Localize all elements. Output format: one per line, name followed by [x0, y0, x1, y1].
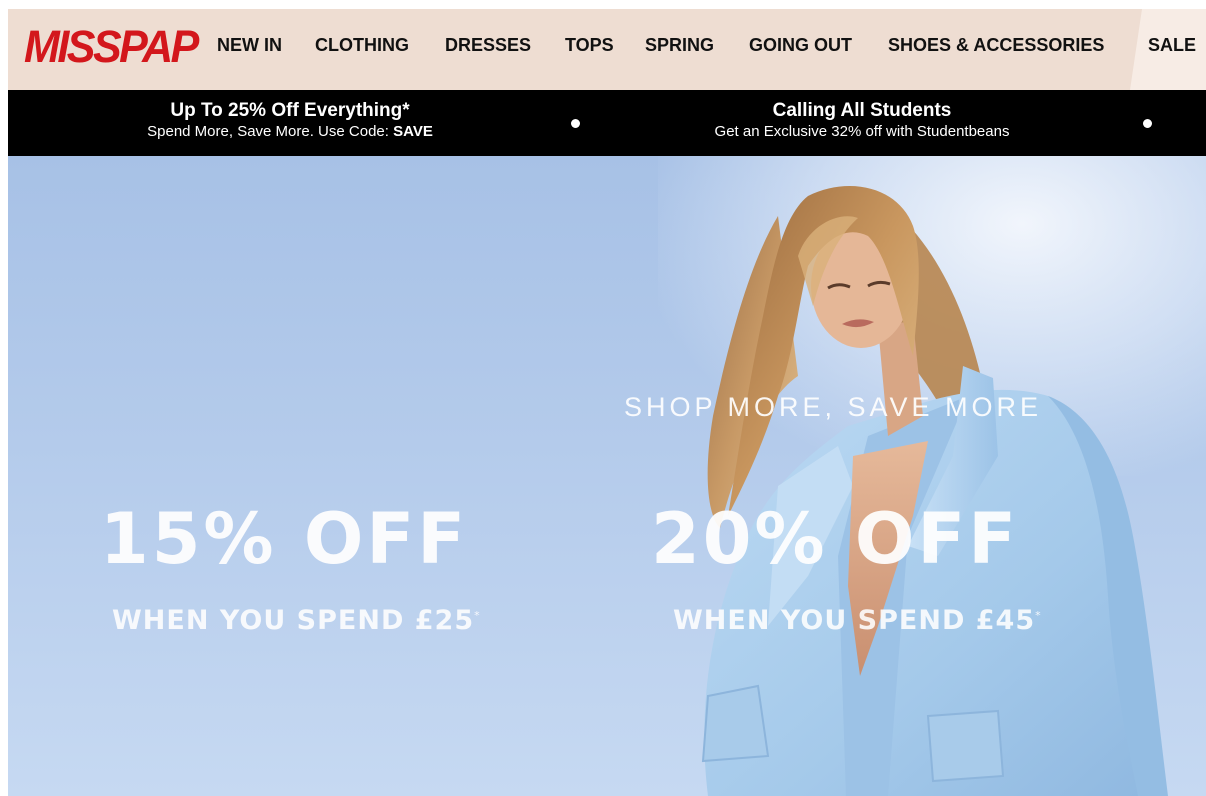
site-header: MISSPAP NEW IN CLOTHING DRESSES TOPS SPR…	[8, 9, 1206, 90]
model-blazer	[701, 366, 1168, 796]
promo-students[interactable]: Calling All Students Get an Exclusive 32…	[682, 100, 1042, 142]
promo-students-subtitle: Get an Exclusive 32% off with Studentbea…	[714, 123, 1010, 140]
promo-students-title: Calling All Students	[772, 100, 952, 121]
model-photo	[701, 186, 1168, 796]
offer-2-condition: WHEN YOU SPEND £45*	[673, 601, 1042, 636]
promo-discount[interactable]: Up To 25% Off Everything* Spend More, Sa…	[120, 100, 460, 142]
hero-banner[interactable]: SHOP MORE, SAVE MORE 15% OFF 20% OFF WHE…	[8, 156, 1206, 796]
offer-1-condition: WHEN YOU SPEND £25*	[112, 601, 481, 636]
offer-2-footnote-mark: *	[1035, 609, 1042, 622]
hero-kicker: SHOP MORE, SAVE MORE	[624, 392, 1043, 422]
promo-code: SAVE	[393, 123, 433, 140]
nav-sale[interactable]: SALE	[1148, 34, 1196, 56]
nav-clothing[interactable]: CLOTHING	[315, 34, 409, 56]
nav-new-in[interactable]: NEW IN	[217, 34, 282, 56]
offer-2-headline: 20% OFF	[651, 498, 1020, 580]
offer-2-condition-text: WHEN YOU SPEND £45	[673, 605, 1036, 636]
promo-discount-subtitle: Spend More, Save More. Use Code: SAVE	[120, 122, 460, 142]
offer-1-condition-text: WHEN YOU SPEND £25	[112, 605, 475, 636]
page: MISSPAP NEW IN CLOTHING DRESSES TOPS SPR…	[8, 9, 1206, 796]
nav-spring[interactable]: SPRING	[645, 34, 714, 56]
nav-tops[interactable]: TOPS	[565, 34, 614, 56]
promo-banner: Up To 25% Off Everything* Spend More, Sa…	[8, 90, 1206, 156]
promo-discount-title: Up To 25% Off Everything*	[170, 100, 410, 121]
offer-1-headline: 15% OFF	[100, 498, 469, 580]
nav-dresses[interactable]: DRESSES	[445, 34, 531, 56]
promo-discount-text: Spend More, Save More. Use Code:	[147, 123, 394, 140]
offer-1-footnote-mark: *	[474, 609, 481, 622]
nav-going-out[interactable]: GOING OUT	[749, 34, 852, 56]
carousel-dot[interactable]	[571, 119, 580, 128]
nav-shoes-accessories[interactable]: SHOES & ACCESSORIES	[888, 34, 1104, 56]
misspap-logo[interactable]: MISSPAP	[24, 21, 199, 74]
carousel-dot[interactable]	[1143, 119, 1152, 128]
